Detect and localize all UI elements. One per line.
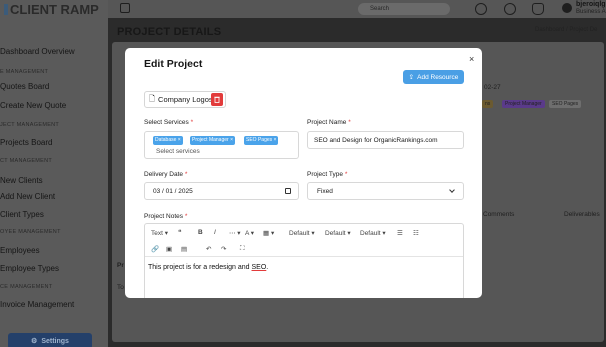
sidebar-item-projects-board[interactable]: Projects Board — [0, 138, 52, 147]
add-resource-button[interactable]: ⇪ Add Resource — [403, 70, 464, 84]
breadcrumb-current: Project De — [569, 27, 598, 33]
image-icon[interactable]: ▣ — [166, 245, 172, 253]
sidebar-item-new-clients[interactable]: New Clients — [0, 176, 43, 185]
avatar[interactable] — [562, 3, 572, 13]
upload-icon: ⇪ — [408, 74, 415, 81]
chevron-down-icon — [449, 187, 455, 193]
remove-tag-icon[interactable]: × — [274, 137, 277, 143]
service-tag-project-manager: Project Manager × — [190, 136, 235, 145]
file-chip-label: Company Logos — [158, 95, 213, 104]
topbar: Search bjeroiqlg Business A — [108, 0, 606, 18]
date-fragment: 02-27 — [484, 84, 501, 91]
blockquote-icon[interactable]: ❝ — [178, 228, 182, 236]
badge-fragment: ns — [482, 100, 494, 108]
sidebar-section-client: CT MANAGEMENT — [0, 158, 53, 164]
paragraph-style-dropdown[interactable]: Text ▾ — [151, 229, 168, 237]
project-notes-label: Project Notes * — [144, 213, 188, 220]
badge-seo-pages: SEO Pages — [549, 100, 582, 108]
sidebar: CLIENT RAMP Dashboard Overview E MANAGEM… — [0, 0, 108, 347]
file-icon: 🗋 — [149, 94, 156, 103]
font-color-icon[interactable]: A ▾ — [245, 229, 254, 237]
help-icon[interactable] — [475, 3, 487, 15]
sidebar-item-client-types[interactable]: Client Types — [0, 210, 44, 219]
trash-icon — [214, 96, 220, 103]
font-size-dropdown[interactable]: Default ▾ — [325, 229, 351, 237]
delete-resource-button[interactable] — [211, 93, 223, 106]
line-height-dropdown[interactable]: Default ▾ — [360, 229, 386, 237]
sidebar-section-invoice: CE MANAGEMENT — [0, 284, 53, 290]
modal-title: Edit Project — [144, 58, 203, 70]
project-type-label: Project Type * — [307, 171, 348, 178]
redo-icon[interactable]: ↷ — [221, 245, 226, 253]
project-type-select[interactable]: Fixed — [307, 182, 464, 200]
tab-comments[interactable]: Comments — [483, 211, 514, 218]
project-notes-editor[interactable]: Text ▾ ❝ B I ⋯ ▾ A ▾ ▦ ▾ Default ▾ Defau… — [144, 223, 464, 298]
link-icon[interactable] — [504, 3, 516, 15]
sidebar-item-create-quote[interactable]: Create New Quote — [0, 101, 66, 110]
link-icon[interactable]: 🔗 — [151, 245, 159, 253]
undo-icon[interactable]: ↶ — [206, 245, 211, 253]
sidebar-item-employee-types[interactable]: Employee Types — [0, 264, 59, 273]
edit-project-modal: Edit Project × ⇪ Add Resource 🗋 Company … — [125, 48, 482, 298]
editor-toolbar: Text ▾ ❝ B I ⋯ ▾ A ▾ ▦ ▾ Default ▾ Defau… — [145, 224, 463, 257]
remove-tag-icon[interactable]: × — [230, 137, 233, 143]
text-fragment: To — [117, 284, 124, 291]
code-icon[interactable]: ▤ — [181, 245, 187, 253]
settings-button[interactable]: ⚙ Settings — [8, 333, 92, 347]
delivery-date-label: Delivery Date * — [144, 171, 188, 178]
sidebar-item-dashboard[interactable]: Dashboard Overview — [0, 47, 75, 56]
service-tag-database: Database × — [153, 136, 183, 145]
sidebar-item-add-client[interactable]: Add New Client — [0, 192, 55, 201]
sidebar-item-invoice-management[interactable]: Invoice Management — [0, 300, 74, 309]
bulleted-list-icon[interactable]: ☰ — [397, 229, 403, 237]
calendar-icon[interactable] — [285, 188, 291, 194]
service-tag-seo-pages: SEO Pages × — [244, 136, 279, 145]
sidebar-toggle-icon[interactable] — [120, 3, 130, 13]
delivery-date-input[interactable]: 03 / 01 / 2025 — [144, 182, 299, 200]
sidebar-section-employee: OYEE MANAGEMENT — [0, 229, 61, 235]
brand-logo: CLIENT RAMP — [4, 2, 99, 17]
user-role: Business A — [576, 9, 606, 15]
bold-icon[interactable]: B — [198, 229, 203, 236]
user-name: bjeroiqlg — [576, 1, 606, 8]
fullscreen-icon[interactable]: ⛶ — [240, 245, 245, 253]
table-icon[interactable]: ▦ ▾ — [263, 229, 274, 237]
search-input[interactable]: Search — [358, 3, 450, 15]
breadcrumb: Dashboard / Project De — [535, 27, 598, 33]
services-multiselect[interactable]: Database × Project Manager × SEO Pages ×… — [144, 131, 299, 159]
sidebar-item-quotes-board[interactable]: Quotes Board — [0, 82, 49, 91]
sidebar-item-employees[interactable]: Employees — [0, 246, 40, 255]
sidebar-section-project: JECT MANAGEMENT — [0, 122, 60, 128]
bell-icon[interactable] — [532, 3, 544, 15]
font-family-dropdown[interactable]: Default ▾ — [289, 229, 315, 237]
italic-icon[interactable]: I — [214, 229, 216, 236]
close-icon[interactable]: × — [469, 54, 474, 64]
breadcrumb-dashboard[interactable]: Dashboard — [535, 27, 564, 33]
select-services-label: Select Services * — [144, 119, 194, 126]
gear-icon: ⚙ — [31, 338, 38, 345]
tab-deliverables[interactable]: Deliverables — [564, 211, 600, 218]
project-notes-text: This project is for a redesign and SEO. — [148, 264, 269, 271]
services-placeholder: Select services — [156, 148, 200, 155]
project-name-input[interactable]: SEO and Design for OrganicRankings.com — [307, 131, 464, 149]
more-formatting-icon[interactable]: ⋯ ▾ — [229, 229, 241, 237]
section-heading-fragment: Pr — [117, 262, 124, 269]
remove-tag-icon[interactable]: × — [178, 137, 181, 143]
page-title: PROJECT DETAILS — [117, 26, 222, 38]
numbered-list-icon[interactable]: ☷ — [413, 229, 419, 237]
badge-project-manager: Project Manager — [502, 100, 545, 108]
project-name-label: Project Name * — [307, 119, 351, 126]
sidebar-section-quote: E MANAGEMENT — [0, 69, 49, 75]
